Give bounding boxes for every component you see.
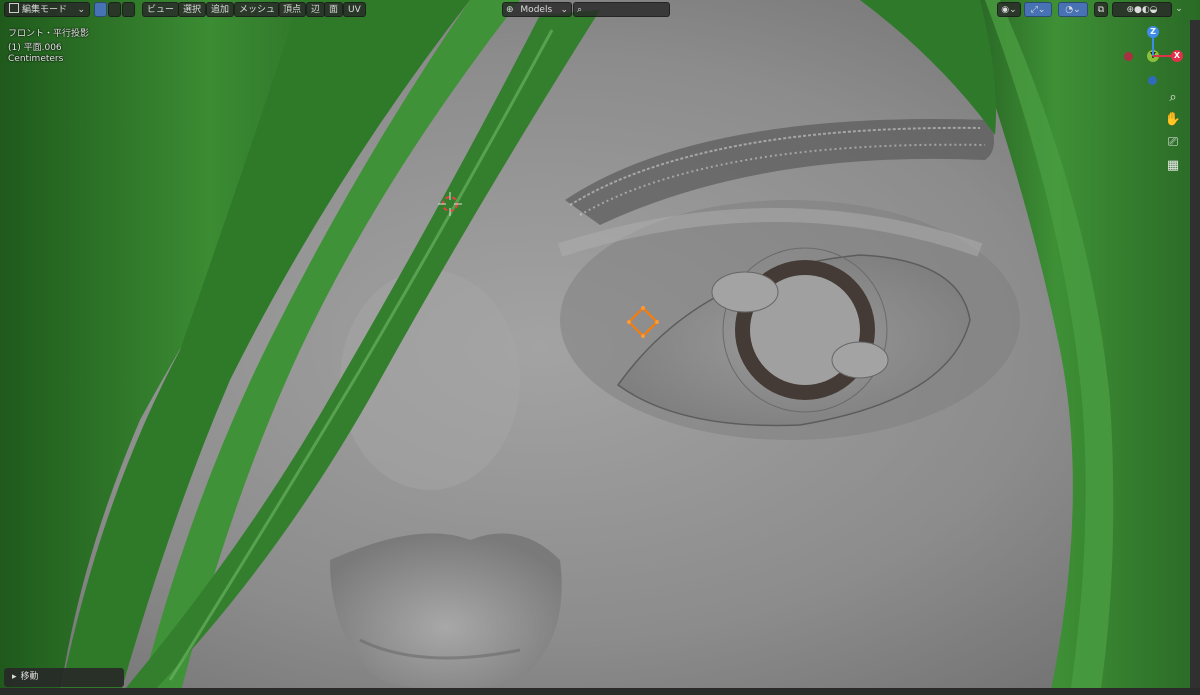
menu-uv[interactable]: UV (343, 2, 366, 17)
menu-view[interactable]: ビュー (142, 2, 180, 17)
axis-x[interactable]: X (1171, 50, 1183, 62)
gizmo-toggle-icon[interactable]: ⤢⌄ (1024, 2, 1052, 17)
3d-viewport[interactable]: 編集モード ⌄ ビュー 選択 追加 メッシュ 頂点 辺 面 UV ⊕ Models… (0, 0, 1200, 695)
axis-y[interactable]: Y (1147, 50, 1159, 62)
menu-add[interactable]: 追加 (206, 2, 235, 17)
axis-z[interactable]: Z (1147, 26, 1159, 38)
grid-icon[interactable]: ▦ (1163, 156, 1183, 176)
chevron-down-icon: ⌄ (77, 5, 85, 15)
menu-vertex[interactable]: 頂点 (278, 2, 307, 17)
menu-mesh[interactable]: メッシュ (234, 2, 281, 17)
units-label: Centimeters (8, 54, 64, 64)
axis-neg-z[interactable] (1148, 76, 1157, 85)
transform-orientation-dropdown[interactable]: ⊕ Models ⌄ (502, 2, 572, 17)
transform-orientation-icon: ⊕ (506, 5, 514, 15)
visibility-icon[interactable]: ◉⌄ (997, 2, 1021, 17)
last-operator-panel[interactable]: ▸ 移動 (4, 668, 124, 687)
object-name: (1) 平面.006 (8, 43, 62, 53)
xray-toggle-icon[interactable]: ⧉ (1094, 2, 1108, 17)
menu-edge[interactable]: 辺 (306, 2, 326, 17)
vertex-select-icon[interactable] (94, 2, 107, 17)
hand-icon[interactable]: ✋ (1163, 110, 1183, 130)
axis-neg-x[interactable] (1124, 52, 1133, 61)
zoom-icon[interactable]: ⌕ (1163, 88, 1183, 108)
chevron-right-icon: ▸ (12, 672, 17, 682)
mode-label: 編集モード (22, 5, 68, 15)
menu-face[interactable]: 面 (324, 2, 344, 17)
search-icon: ⌕ (577, 5, 583, 15)
editor-type-icon (9, 3, 19, 13)
edge-select-icon[interactable] (108, 2, 121, 17)
view-name: フロント・平行投影 (8, 29, 90, 39)
sidebar-tabs[interactable] (1190, 20, 1200, 688)
scene-render (0, 0, 1200, 695)
shading-mode-icon[interactable]: ⊕●◐◒ (1112, 2, 1172, 17)
navigation-gizmo[interactable]: Z Y X (1120, 24, 1190, 94)
camera-icon[interactable]: ⎚ (1163, 133, 1183, 153)
orientation-label: Models (520, 5, 553, 15)
operator-label: 移動 (20, 672, 39, 682)
chevron-down-icon: ⌄ (560, 5, 568, 15)
face-select-icon[interactable] (122, 2, 135, 17)
search-input[interactable]: ⌕ (573, 2, 670, 17)
mode-selector[interactable]: 編集モード ⌄ (4, 2, 90, 17)
menu-select[interactable]: 選択 (178, 2, 207, 17)
viewport-header: 編集モード ⌄ ビュー 選択 追加 メッシュ 頂点 辺 面 UV ⊕ Models… (0, 0, 1200, 20)
chevron-down-icon[interactable]: ⌄ (1172, 2, 1186, 17)
overlay-toggle-icon[interactable]: ◔⌄ (1058, 2, 1088, 17)
status-bar (0, 688, 1200, 695)
